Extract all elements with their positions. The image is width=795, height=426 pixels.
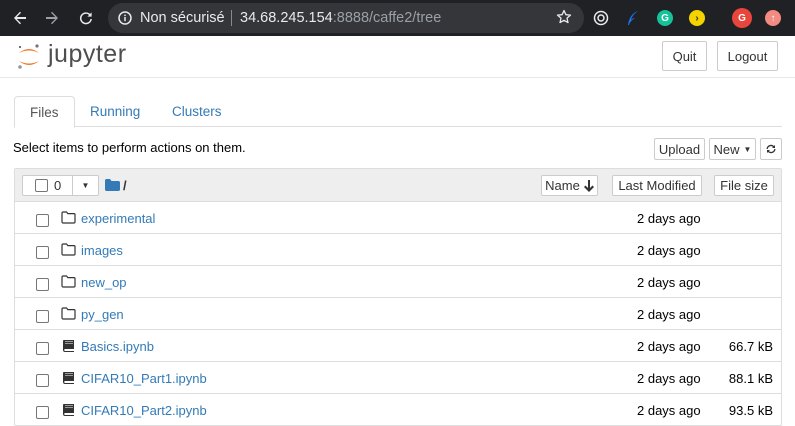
select-all-control[interactable]: 0: [22, 175, 73, 196]
last-modified: 2 days ago: [637, 307, 701, 322]
notebook-icon: [61, 371, 77, 385]
last-modified: 2 days ago: [637, 339, 701, 354]
selection-hint: Select items to perform actions on them.: [13, 140, 246, 155]
sort-last-modified-button[interactable]: Last Modified: [612, 175, 702, 196]
row-checkbox[interactable]: [36, 214, 49, 227]
file-row[interactable]: Basics.ipynb 2 days ago 66.7 kB: [15, 330, 781, 362]
sort-file-size-button[interactable]: File size: [714, 175, 774, 196]
row-checkbox[interactable]: [36, 374, 49, 387]
notebook-icon: [61, 403, 77, 417]
file-name-link[interactable]: CIFAR10_Part2.ipynb: [81, 403, 207, 418]
home-folder-icon[interactable]: [105, 179, 120, 191]
logout-button[interactable]: Logout: [717, 41, 778, 71]
file-row[interactable]: experimental 2 days ago: [15, 202, 781, 234]
caret-down-icon: ▼: [81, 181, 90, 190]
file-row[interactable]: CIFAR10_Part1.ipynb 2 days ago 88.1 kB: [15, 362, 781, 394]
upload-button[interactable]: Upload: [654, 138, 705, 160]
last-modified: 2 days ago: [637, 243, 701, 258]
url-text[interactable]: 34.68.245.154:8888/caffe2/tree: [240, 10, 441, 26]
info-icon[interactable]: [118, 11, 132, 25]
sort-name-label: Name: [545, 178, 580, 193]
reload-icon[interactable]: [74, 6, 98, 30]
file-size: 88.1 kB: [728, 371, 773, 386]
folder-icon: [61, 307, 77, 321]
row-checkbox[interactable]: [36, 342, 49, 355]
file-name-link[interactable]: py_gen: [81, 307, 124, 322]
file-row[interactable]: py_gen 2 days ago: [15, 298, 781, 330]
profile-avatar[interactable]: G: [732, 8, 752, 28]
grammarly-icon[interactable]: G: [657, 10, 673, 26]
arrow-down-icon: [583, 179, 594, 192]
file-list-header: 0 ▼ / Name Last Modified File size: [15, 169, 781, 202]
row-checkbox[interactable]: [36, 246, 49, 259]
file-row[interactable]: images 2 days ago: [15, 234, 781, 266]
bookmark-star-icon[interactable]: [556, 9, 572, 25]
folder-icon: [61, 211, 77, 225]
tab-clusters[interactable]: Clusters: [157, 96, 237, 127]
file-list: 0 ▼ / Name Last Modified File size exper…: [14, 168, 782, 426]
yellow-ext-icon[interactable]: ›: [689, 10, 705, 26]
update-icon[interactable]: ↑: [765, 10, 781, 26]
file-name-link[interactable]: Basics.ipynb: [81, 339, 154, 354]
url-host: 34.68.245.154: [240, 10, 333, 26]
file-name-link[interactable]: images: [81, 243, 123, 258]
folder-icon: [61, 275, 77, 289]
divider: [231, 10, 232, 26]
new-label: New: [713, 141, 740, 157]
jupyter-logo-icon[interactable]: [16, 42, 42, 72]
url-path: :8888/caffe2/tree: [332, 10, 442, 26]
selected-count: 0: [54, 178, 62, 193]
file-row[interactable]: CIFAR10_Part2.ipynb 2 days ago 93.5 kB: [15, 394, 781, 425]
tab-files[interactable]: Files: [14, 96, 75, 128]
file-name-link[interactable]: new_op: [81, 275, 127, 290]
file-size: 93.5 kB: [728, 403, 773, 418]
sort-name-button[interactable]: Name: [541, 175, 598, 196]
quit-button[interactable]: Quit: [662, 41, 707, 71]
browser-toolbar: Non sécurisé 34.68.245.154:8888/caffe2/t…: [0, 0, 795, 36]
file-name-link[interactable]: experimental: [81, 211, 155, 226]
jupyter-header: jupyter Quit Logout: [0, 36, 795, 78]
refresh-button[interactable]: [760, 138, 782, 160]
back-arrow-icon[interactable]: [8, 6, 32, 30]
new-dropdown-button[interactable]: New ▼: [709, 138, 756, 160]
last-modified: 2 days ago: [637, 371, 701, 386]
select-all-checkbox[interactable]: [35, 179, 48, 192]
forward-arrow-icon[interactable]: [40, 6, 64, 30]
security-label: Non sécurisé: [140, 10, 225, 26]
last-modified: 2 days ago: [637, 211, 701, 226]
address-bar[interactable]: Non sécurisé 34.68.245.154:8888/caffe2/t…: [108, 3, 584, 33]
breadcrumb-path[interactable]: /: [123, 178, 127, 193]
notebook-icon: [61, 339, 77, 353]
file-row[interactable]: new_op 2 days ago: [15, 266, 781, 298]
lens-icon[interactable]: [593, 10, 609, 26]
feather-icon[interactable]: [625, 10, 641, 26]
jupyter-logo-text[interactable]: jupyter: [48, 40, 127, 69]
tab-running[interactable]: Running: [75, 96, 155, 127]
row-checkbox[interactable]: [36, 406, 49, 419]
select-dropdown-button[interactable]: ▼: [72, 175, 99, 196]
last-modified: 2 days ago: [637, 275, 701, 290]
refresh-icon: [766, 144, 776, 154]
row-checkbox[interactable]: [36, 278, 49, 291]
file-name-link[interactable]: CIFAR10_Part1.ipynb: [81, 371, 207, 386]
tab-bar: Files Running Clusters: [14, 96, 782, 128]
file-size: 66.7 kB: [728, 339, 773, 354]
folder-icon: [61, 243, 77, 257]
last-modified: 2 days ago: [637, 403, 701, 418]
row-checkbox[interactable]: [36, 310, 49, 323]
caret-down-icon: ▼: [743, 144, 752, 154]
